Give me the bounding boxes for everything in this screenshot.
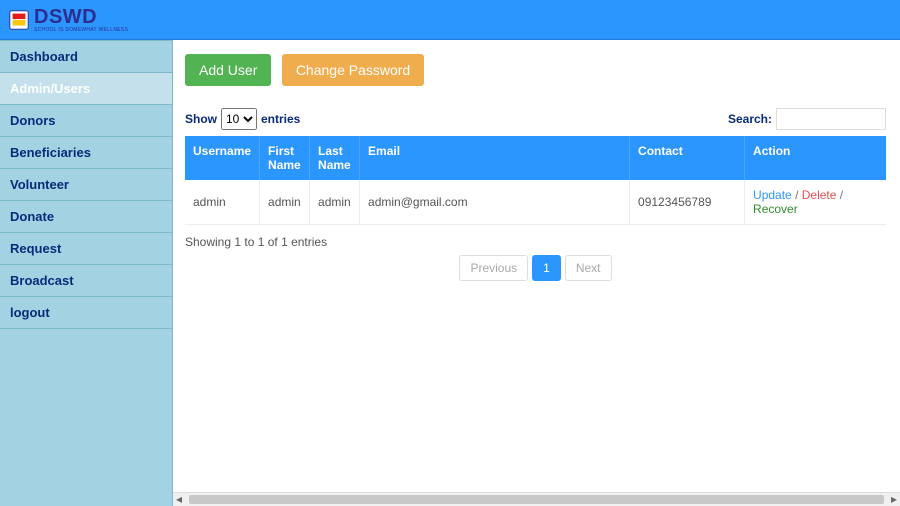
col-contact[interactable]: Contact bbox=[630, 136, 745, 180]
cell-email: admin@gmail.com bbox=[360, 180, 630, 225]
cell-actions: Update / Delete / Recover bbox=[745, 180, 886, 225]
pager-next[interactable]: Next bbox=[565, 255, 612, 281]
col-email[interactable]: Email bbox=[360, 136, 630, 180]
sidebar: Dashboard Admin/Users Donors Beneficiari… bbox=[0, 40, 173, 506]
main-content: Add User Change Password Show 10 entries… bbox=[173, 40, 900, 506]
table-controls: Show 10 entries Search: bbox=[185, 108, 886, 130]
action-update[interactable]: Update bbox=[753, 188, 792, 202]
entries-select[interactable]: 10 bbox=[221, 108, 257, 130]
search-label: Search: bbox=[728, 112, 772, 126]
topbar: DSWD SCHOOL IS SOMEWHAT WELLNESS bbox=[0, 0, 900, 40]
sidebar-item-logout[interactable]: logout bbox=[0, 297, 172, 329]
sidebar-item-broadcast[interactable]: Broadcast bbox=[0, 265, 172, 297]
users-table: Username First Name Last Name Email Cont… bbox=[185, 136, 886, 225]
sidebar-item-volunteer[interactable]: Volunteer bbox=[0, 169, 172, 201]
cell-username: admin bbox=[185, 180, 260, 225]
scrollbar-thumb[interactable] bbox=[189, 495, 884, 504]
brand-logo[interactable]: DSWD SCHOOL IS SOMEWHAT WELLNESS bbox=[8, 6, 128, 33]
table-info: Showing 1 to 1 of 1 entries bbox=[185, 235, 886, 249]
brand-tagline: SCHOOL IS SOMEWHAT WELLNESS bbox=[34, 27, 128, 33]
col-first-name[interactable]: First Name bbox=[260, 136, 310, 180]
col-username[interactable]: Username bbox=[185, 136, 260, 180]
add-user-button[interactable]: Add User bbox=[185, 54, 271, 86]
horizontal-scrollbar[interactable] bbox=[173, 492, 900, 506]
sidebar-item-beneficiaries[interactable]: Beneficiaries bbox=[0, 137, 172, 169]
col-action[interactable]: Action bbox=[745, 136, 886, 180]
sidebar-item-admin-users[interactable]: Admin/Users bbox=[0, 73, 172, 105]
pagination: Previous 1 Next bbox=[185, 255, 886, 281]
action-recover[interactable]: Recover bbox=[753, 202, 798, 216]
table-row: admin admin admin admin@gmail.com 091234… bbox=[185, 180, 886, 225]
pager-page-1[interactable]: 1 bbox=[532, 255, 561, 281]
entries-prefix: Show bbox=[185, 112, 217, 126]
sidebar-item-donors[interactable]: Donors bbox=[0, 105, 172, 137]
dswd-logo-icon bbox=[8, 9, 30, 31]
cell-contact: 09123456789 bbox=[630, 180, 745, 225]
sidebar-item-dashboard[interactable]: Dashboard bbox=[0, 40, 172, 73]
cell-first-name: admin bbox=[260, 180, 310, 225]
sidebar-item-request[interactable]: Request bbox=[0, 233, 172, 265]
pager-previous[interactable]: Previous bbox=[459, 255, 528, 281]
brand-name: DSWD bbox=[34, 6, 128, 29]
entries-suffix: entries bbox=[261, 112, 300, 126]
action-bar: Add User Change Password bbox=[185, 54, 886, 86]
change-password-button[interactable]: Change Password bbox=[282, 54, 424, 86]
search-input[interactable] bbox=[776, 108, 886, 130]
sidebar-item-donate[interactable]: Donate bbox=[0, 201, 172, 233]
col-last-name[interactable]: Last Name bbox=[310, 136, 360, 180]
cell-last-name: admin bbox=[310, 180, 360, 225]
action-delete[interactable]: Delete bbox=[802, 188, 837, 202]
